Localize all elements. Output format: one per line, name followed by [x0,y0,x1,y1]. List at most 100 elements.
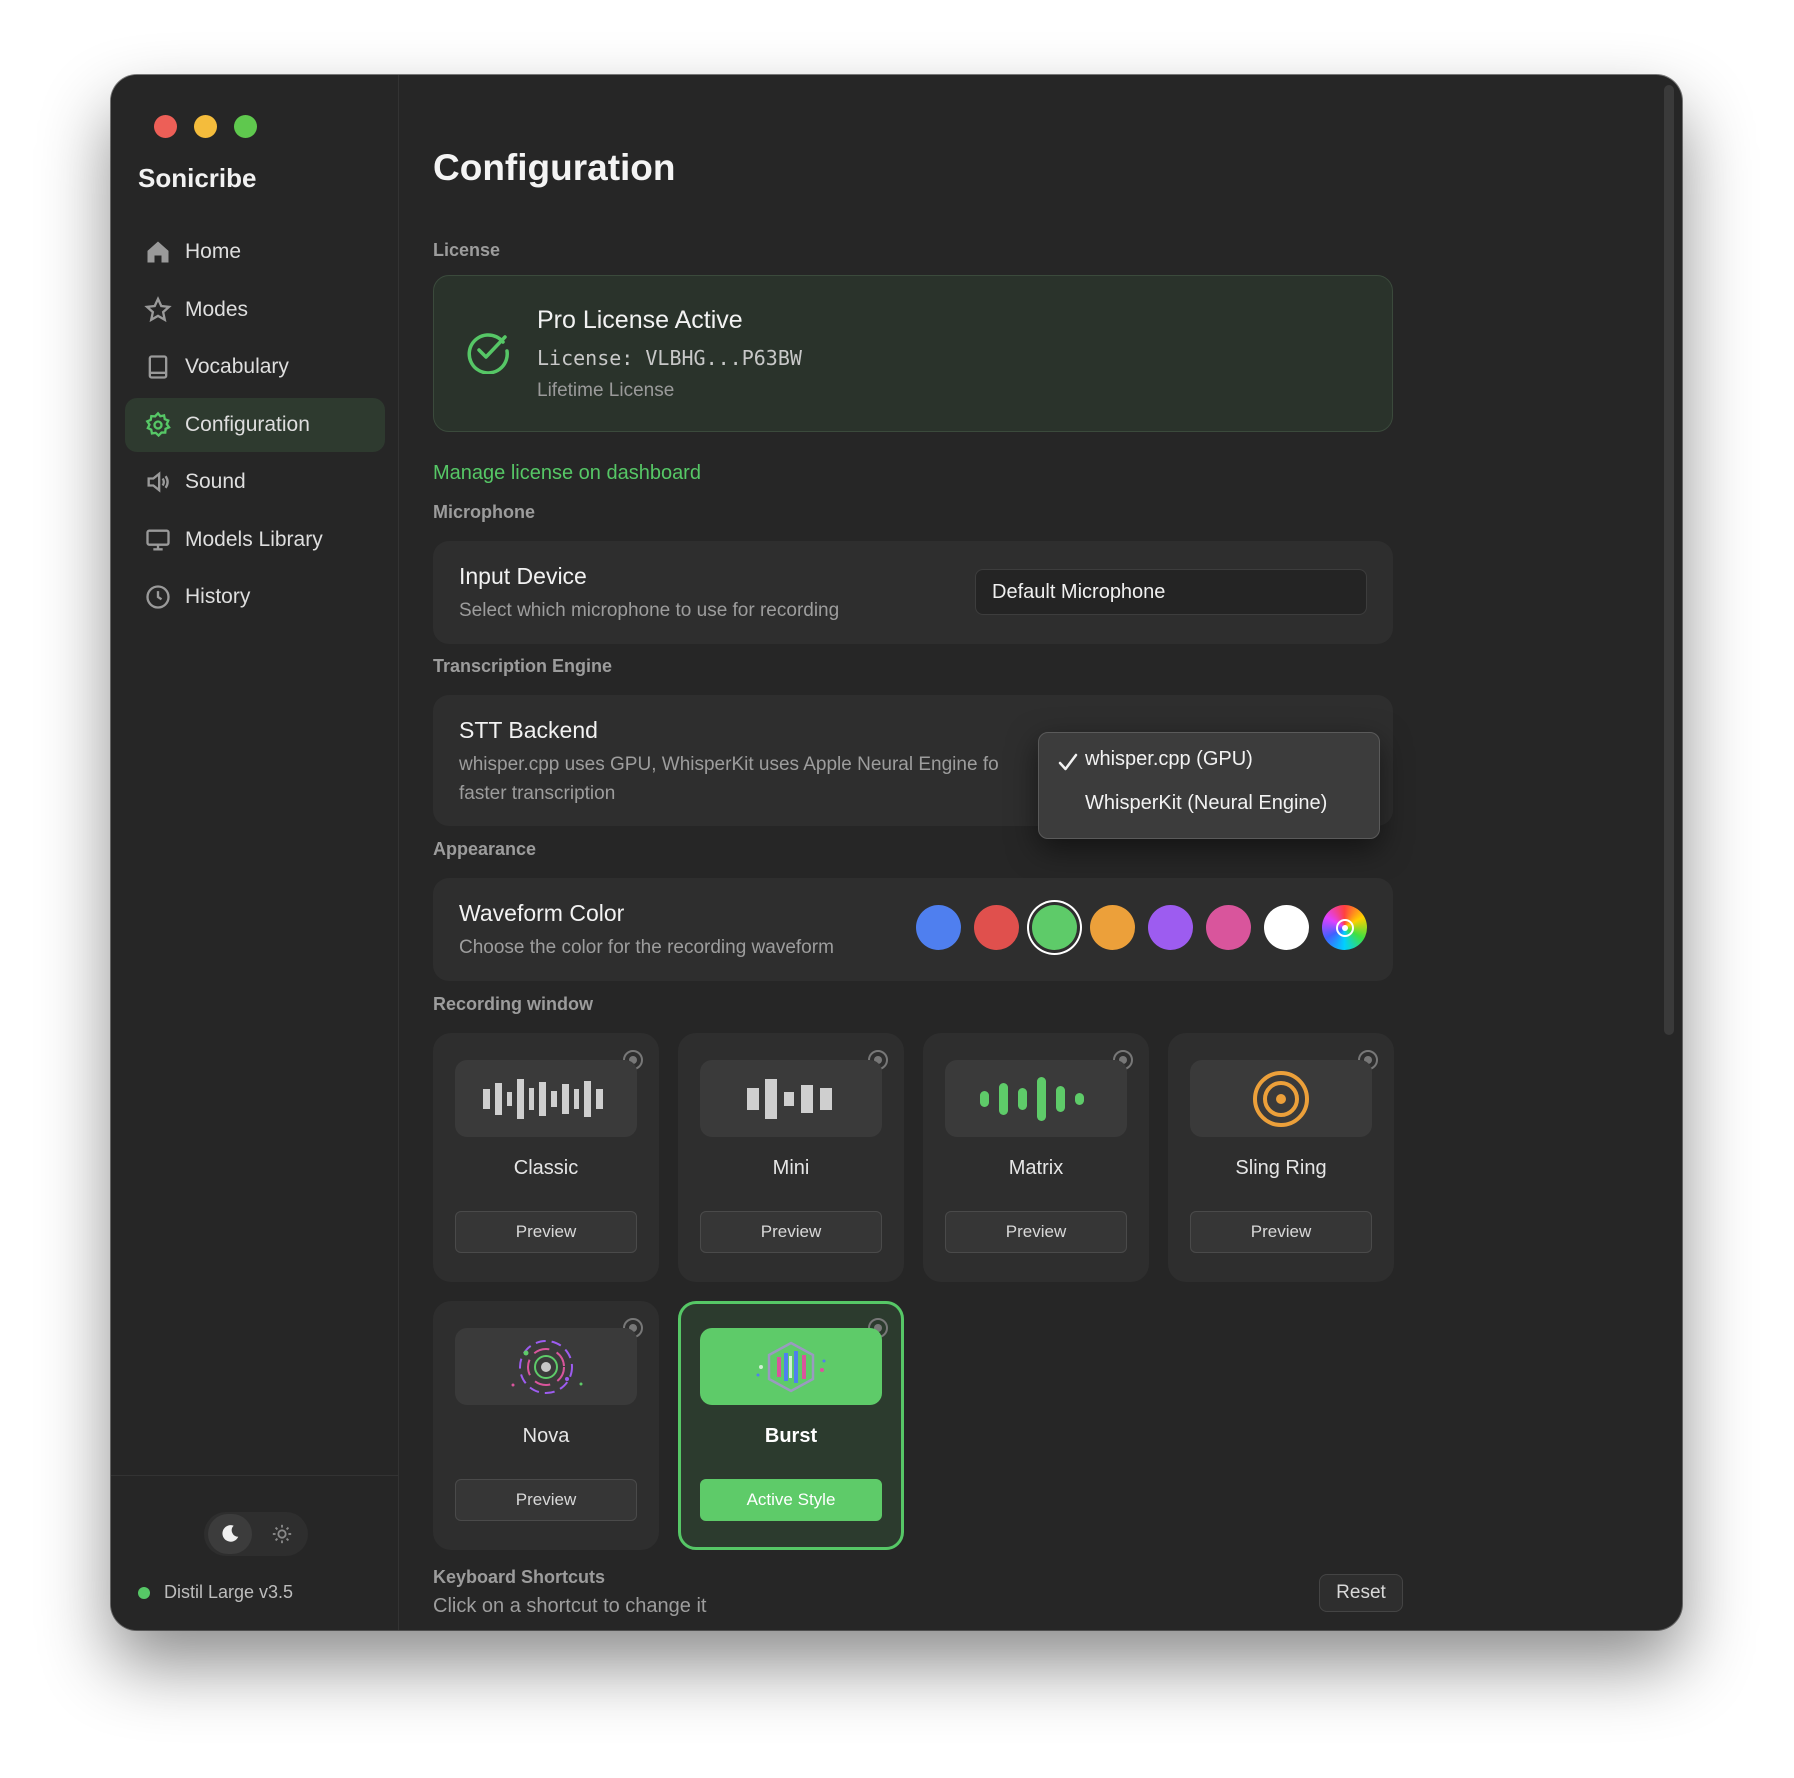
style-name: Matrix [1008,1157,1064,1179]
sidebar-item-label: Configuration [185,412,310,436]
sidebar-item-label: Sound [185,470,246,493]
stt-backend-subtitle-line2: faster transcription [459,783,616,804]
model-status-label: Distil Large v3.5 [164,1582,294,1602]
preview-button[interactable]: Preview [455,1211,637,1253]
sidebar-item-label: Home [185,240,242,263]
manage-license-link[interactable]: Manage license on dashboard [433,462,701,485]
preview-button[interactable]: Preview [1190,1211,1372,1253]
dark-mode-button[interactable] [208,1514,252,1554]
color-swatch-orange[interactable] [1090,905,1135,950]
scrollbar[interactable] [1664,85,1674,1035]
close-window-button[interactable] [154,115,177,138]
mini-waveform-icon [700,1060,882,1137]
sidebar-item-label: Vocabulary [185,355,289,378]
style-name: Burst [764,1425,818,1447]
style-card-matrix[interactable]: Matrix Preview [923,1033,1149,1282]
clock-icon [143,582,173,612]
moon-icon [222,1525,239,1542]
section-label-recording-window: Recording window [433,994,593,1014]
sidebar-item-configuration[interactable]: Configuration [125,397,385,452]
reset-shortcuts-button[interactable]: Reset [1319,1574,1403,1612]
section-label-appearance: Appearance [433,839,537,859]
home-icon [143,237,173,267]
theme-toggle[interactable] [204,1512,308,1556]
model-status: Distil Large v3.5 [138,1582,293,1603]
sidebar: Sonicribe Home Modes Vocabulary Configur… [111,75,399,1630]
gear-icon [143,410,173,440]
classic-waveform-icon [455,1060,637,1137]
sidebar-item-models-library[interactable]: Models Library [125,513,385,567]
minimize-window-button[interactable] [194,115,217,138]
style-card-nova[interactable]: Nova Preview [433,1301,659,1550]
speaker-icon [143,467,173,497]
matrix-waveform-icon [945,1060,1127,1137]
style-name: Mini [772,1157,810,1179]
color-swatch-pink[interactable] [1206,905,1251,950]
preview-button[interactable]: Preview [700,1211,882,1253]
color-swatch-green[interactable] [1032,905,1077,950]
sidebar-item-vocabulary[interactable]: Vocabulary [125,340,385,394]
license-title: Pro License Active [537,306,743,334]
microphone-card: Input Device Select which microphone to … [433,541,1393,644]
section-label-microphone: Microphone [433,502,535,522]
license-type: Lifetime License [537,380,675,401]
sidebar-nav: Home Modes Vocabulary Configuration Soun… [125,225,385,628]
sidebar-item-label: History [185,585,251,608]
page-title: Configuration [433,147,676,188]
dropdown-option-whisper-cpp[interactable]: whisper.cpp (GPU) [1085,748,1253,771]
sidebar-item-history[interactable]: History [125,570,385,624]
sling-ring-icon [1190,1060,1372,1137]
window-controls [154,115,257,138]
license-card: Pro License Active License: VLBHG...P63B… [433,275,1393,432]
custom-color-picker[interactable] [1322,905,1367,950]
waveform-color-title: Waveform Color [459,900,625,926]
stt-backend-dropdown: whisper.cpp (GPU) WhisperKit (Neural Eng… [1038,732,1380,839]
sidebar-item-home[interactable]: Home [125,225,385,279]
color-swatch-blue[interactable] [916,905,961,950]
sidebar-item-label: Modes [185,297,249,321]
status-dot [138,1586,150,1599]
stt-backend-title: STT Backend [459,717,598,743]
sidebar-item-modes[interactable]: Modes [125,283,385,337]
preview-button[interactable]: Preview [945,1211,1127,1253]
nova-orb-icon [455,1328,637,1405]
section-label-keyboard-shortcuts: Keyboard Shortcuts [433,1567,606,1587]
style-card-sling-ring[interactable]: Sling Ring Preview [1168,1033,1394,1282]
book-icon [143,352,173,382]
maximize-window-button[interactable] [234,115,257,138]
main-content: Configuration License Pro License Active… [400,75,1682,1630]
input-device-title: Input Device [459,563,587,589]
check-circle-icon [467,333,509,374]
style-name: Nova [522,1425,570,1447]
style-name: Classic [513,1157,579,1179]
checkmark-icon [1058,753,1078,771]
preview-button[interactable]: Preview [455,1479,637,1521]
color-swatch-red[interactable] [974,905,1019,950]
sidebar-item-sound[interactable]: Sound [125,455,385,509]
color-swatch-white[interactable] [1264,905,1309,950]
color-swatches [916,905,1367,950]
style-name: Sling Ring [1235,1157,1327,1179]
sidebar-item-label: Models Library [185,527,323,551]
shortcuts-subtitle: Click on a shortcut to change it [433,1595,707,1617]
sun-icon [272,1524,292,1544]
style-card-classic[interactable]: Classic Preview [433,1033,659,1282]
active-style-button[interactable]: Active Style [700,1479,882,1521]
section-label-license: License [433,240,501,260]
app-window: Sonicribe Home Modes Vocabulary Configur… [111,75,1682,1630]
license-key: License: VLBHG...P63BW [537,346,802,370]
style-card-mini[interactable]: Mini Preview [678,1033,904,1282]
style-card-burst[interactable]: Burst Active Style [678,1301,904,1550]
microphone-select[interactable]: Default Microphone [975,569,1367,615]
light-mode-button[interactable] [260,1514,304,1554]
color-swatch-purple[interactable] [1148,905,1193,950]
dropdown-option-whisperkit[interactable]: WhisperKit (Neural Engine) [1085,792,1327,815]
color-wheel-icon [1335,918,1354,937]
sidebar-footer: Distil Large v3.5 [111,1475,398,1630]
section-label-engine: Transcription Engine [433,656,613,676]
input-device-subtitle: Select which microphone to use for recor… [459,600,840,621]
star-icon [143,295,173,325]
waveform-color-subtitle: Choose the color for the recording wavef… [459,937,834,958]
monitor-icon [143,525,173,555]
stt-backend-subtitle-line1: whisper.cpp uses GPU, WhisperKit uses Ap… [459,754,999,775]
